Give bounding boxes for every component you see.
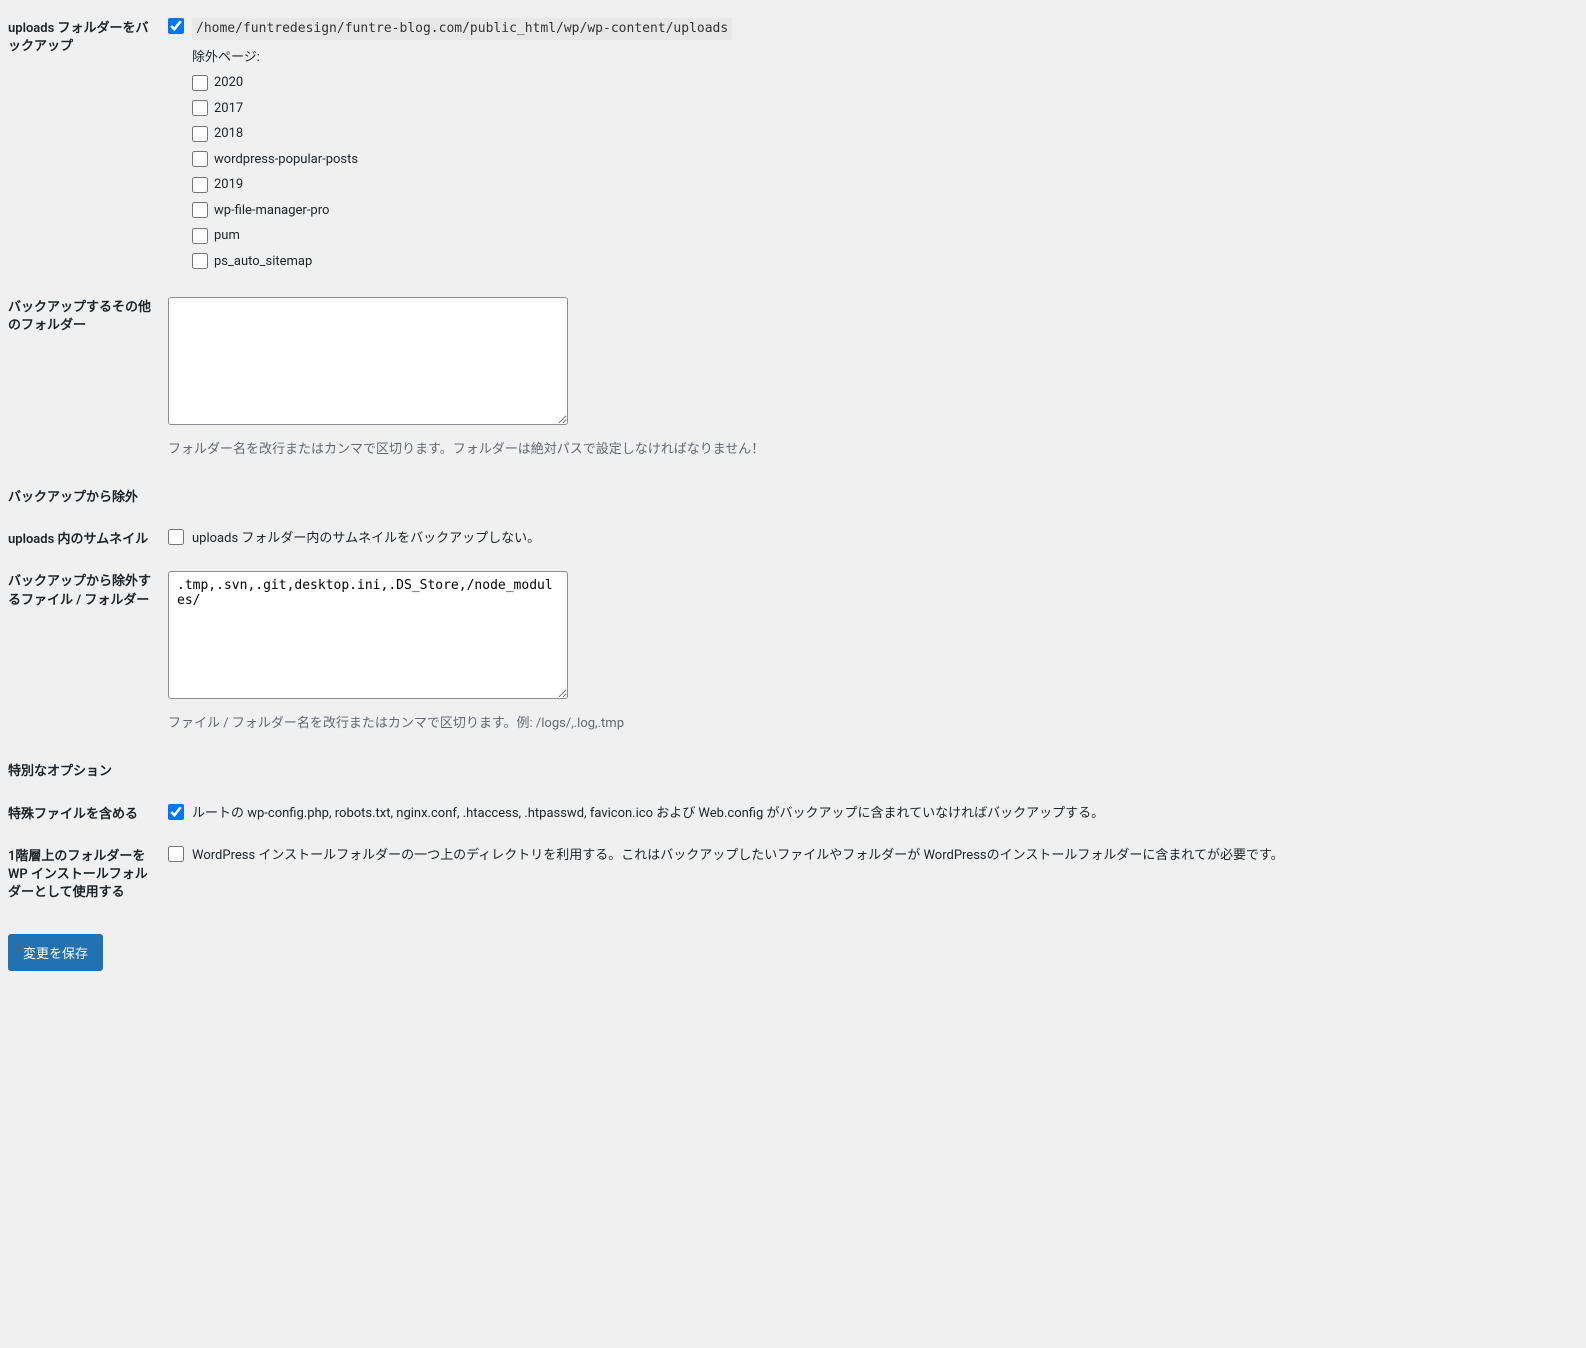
special-files-text: ルートの wp-config.php, robots.txt, nginx.co… <box>192 804 1568 824</box>
uploads-thumbnails-checkbox[interactable] <box>168 529 184 545</box>
exclude-item-label: wp-file-manager-pro <box>214 201 329 221</box>
other-folders-label: バックアップするその他のフォルダー <box>8 287 168 469</box>
exclude-item-checkbox[interactable] <box>192 253 208 269</box>
special-files-label: 特殊ファイルを含める <box>8 794 168 836</box>
exclude-item: ps_auto_sitemap <box>192 252 1568 272</box>
exclude-item: 2020 <box>192 73 1568 93</box>
one-level-up-label: 1階層上のフォルダーを WP インストールフォルダーとして使用する <box>8 836 168 915</box>
uploads-backup-label: uploads フォルダーをバックアップ <box>8 8 168 287</box>
exclude-item-checkbox[interactable] <box>192 75 208 91</box>
exclude-pages-label: 除外ページ: <box>192 48 1568 68</box>
exclude-item-label: 2018 <box>214 124 243 144</box>
exclude-item: wordpress-popular-posts <box>192 150 1568 170</box>
exclude-item: pum <box>192 226 1568 246</box>
one-level-up-text: WordPress インストールフォルダーの一つ上のディレクトリを利用する。これ… <box>192 846 1568 866</box>
exclude-item-checkbox[interactable] <box>192 126 208 142</box>
exclude-files-description: ファイル / フォルダー名を改行またはカンマで区切ります。例: /logs/,.… <box>168 714 1568 734</box>
other-folders-description: フォルダー名を改行またはカンマで区切ります。フォルダーは絶対パスで設定しなければ… <box>168 440 1568 460</box>
exclude-section-header: バックアップから除外 <box>8 469 168 519</box>
exclude-item-label: 2019 <box>214 175 243 195</box>
exclude-item-checkbox[interactable] <box>192 228 208 244</box>
exclude-item-label: 2017 <box>214 99 243 119</box>
exclude-item-checkbox[interactable] <box>192 202 208 218</box>
save-button[interactable]: 変更を保存 <box>8 934 103 971</box>
exclude-item-checkbox[interactable] <box>192 177 208 193</box>
uploads-path: /home/funtredesign/funtre-blog.com/publi… <box>192 18 732 40</box>
exclude-item: 2018 <box>192 124 1568 144</box>
one-level-up-checkbox[interactable] <box>168 846 184 862</box>
exclude-item: 2019 <box>192 175 1568 195</box>
special-section-header: 特別なオプション <box>8 743 168 793</box>
exclude-item-checkbox[interactable] <box>192 151 208 167</box>
exclude-files-label: バックアップから除外するファイル / フォルダー <box>8 561 168 743</box>
other-folders-textarea[interactable] <box>168 297 568 425</box>
exclude-item-label: wordpress-popular-posts <box>214 150 358 170</box>
uploads-thumbnails-label: uploads 内のサムネイル <box>8 519 168 561</box>
exclude-item-checkbox[interactable] <box>192 100 208 116</box>
exclude-item-label: pum <box>214 226 240 246</box>
exclude-item-label: ps_auto_sitemap <box>214 252 312 272</box>
exclude-list: 2020 2017 2018 <box>192 73 1568 271</box>
uploads-thumbnails-text: uploads フォルダー内のサムネイルをバックアップしない。 <box>192 529 1568 549</box>
exclude-item-label: 2020 <box>214 73 243 93</box>
special-files-checkbox[interactable] <box>168 804 184 820</box>
exclude-item: wp-file-manager-pro <box>192 201 1568 221</box>
exclude-item: 2017 <box>192 99 1568 119</box>
exclude-files-textarea[interactable] <box>168 571 568 699</box>
uploads-backup-checkbox[interactable] <box>168 18 184 34</box>
